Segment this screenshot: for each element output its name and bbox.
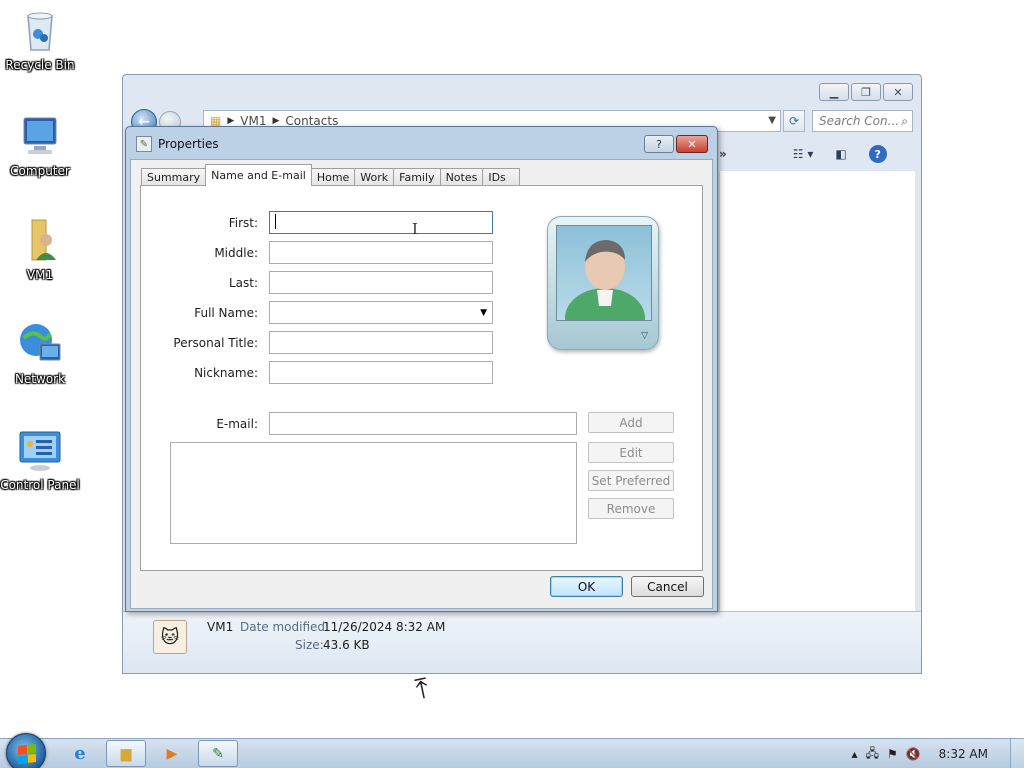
network-icon: [16, 320, 64, 368]
dialog-close-button[interactable]: ✕: [676, 135, 708, 153]
media-player-icon[interactable]: ▶: [152, 740, 192, 767]
tab-notes[interactable]: Notes: [439, 168, 484, 186]
email-field[interactable]: [269, 412, 577, 435]
remove-email-button[interactable]: Remove: [588, 498, 674, 519]
taskbar: e ▆ ▶ ✎ ▴ 🖧 ⚑ 🔇 8:32 AM: [0, 733, 1024, 768]
toolbar-overflow-button[interactable]: »: [719, 147, 727, 161]
text-caret: [275, 214, 276, 229]
dialog-title: Properties: [158, 137, 219, 151]
desktop-icon-label: Network: [14, 372, 66, 386]
refresh-button[interactable]: ⟳: [783, 110, 805, 132]
system-tray: ▴ 🖧 ⚑ 🔇 8:32 AM: [852, 739, 1024, 768]
chevron-down-icon: ▼: [480, 308, 487, 318]
desktop-icon-vm1[interactable]: VM1: [0, 216, 80, 282]
cancel-button[interactable]: Cancel: [631, 576, 704, 597]
details-date-value: 11/26/2024 8:32 AM: [323, 620, 446, 634]
first-name-field[interactable]: [269, 211, 493, 234]
help-icon[interactable]: ?: [868, 145, 887, 163]
personal-title-field[interactable]: [269, 331, 493, 354]
full-name-dropdown[interactable]: ▼: [269, 301, 493, 324]
tab-name-and-email[interactable]: Name and E-mail: [205, 164, 312, 186]
desktop-icon-label: Computer: [10, 164, 70, 178]
contact-thumbnail-icon: 🐱: [153, 620, 187, 654]
desktop-icon-computer[interactable]: Computer: [0, 112, 80, 178]
tab-home[interactable]: Home: [310, 168, 356, 186]
explorer-folder-icon[interactable]: ▆: [106, 740, 146, 767]
clock[interactable]: 8:32 AM: [939, 747, 988, 761]
details-size-value: 43.6 KB: [323, 638, 370, 652]
contact-picture[interactable]: ▽: [547, 216, 659, 350]
recycle-bin-icon: [16, 6, 64, 54]
minimize-button[interactable]: ▁: [819, 83, 849, 101]
middle-name-field[interactable]: [269, 241, 493, 264]
chevron-down-icon[interactable]: ▼: [768, 115, 776, 126]
tab-strip: Summary Name and E-mail Home Work Family…: [141, 164, 521, 186]
add-email-button[interactable]: Add: [588, 412, 674, 433]
desktop-icon-label: VM1: [26, 268, 54, 282]
close-button[interactable]: ✕: [883, 83, 913, 101]
dialog-help-button[interactable]: ?: [644, 135, 674, 153]
chevron-right-icon: ▶: [272, 116, 280, 126]
last-name-label: Last:: [228, 276, 258, 290]
action-center-flag-icon[interactable]: ⚑: [887, 747, 898, 761]
desktop-icon-network[interactable]: Network: [0, 320, 80, 386]
desktop-icon-control-panel[interactable]: Control Panel: [0, 426, 80, 492]
middle-name-label: Middle:: [214, 246, 258, 260]
properties-dialog: ✎ Properties ? ✕ Summary Name and E-mail…: [125, 126, 718, 612]
name-and-email-panel: First: I Middle: Last: Full Name: ▼ Pers…: [140, 185, 703, 571]
full-name-label: Full Name:: [194, 306, 258, 320]
show-hidden-icons-icon[interactable]: ▴: [852, 747, 858, 761]
show-desktop-button[interactable]: [1010, 739, 1024, 768]
windows-logo-icon: [18, 744, 36, 764]
dialog-body: Summary Name and E-mail Home Work Family…: [130, 159, 713, 609]
pointer-cursor-icon: ⤒: [412, 671, 432, 706]
details-file-name: VM1: [207, 620, 234, 634]
tab-work[interactable]: Work: [354, 168, 395, 186]
window-controls: ▁ ❐ ✕: [819, 83, 913, 101]
chevron-right-icon: ▶: [227, 116, 235, 126]
network-status-icon[interactable]: 🖧: [866, 744, 879, 765]
view-options-icon[interactable]: ☷ ▾: [793, 147, 814, 161]
start-button[interactable]: [6, 733, 46, 768]
default-avatar-icon: [556, 225, 652, 321]
file-list-pane[interactable]: [719, 171, 915, 613]
internet-explorer-icon[interactable]: e: [60, 740, 100, 767]
picture-menu-chevron-icon[interactable]: ▽: [641, 331, 648, 341]
last-name-field[interactable]: [269, 271, 493, 294]
search-icon[interactable]: ⌕: [901, 114, 908, 129]
ibeam-cursor-icon: I: [412, 220, 418, 238]
ok-button[interactable]: OK: [550, 576, 623, 597]
contact-card-icon: ✎: [136, 136, 152, 152]
volume-muted-icon[interactable]: 🔇: [906, 747, 921, 761]
preview-pane-icon[interactable]: ◧: [835, 147, 846, 161]
search-placeholder: Search Con...: [819, 114, 900, 128]
desktop-icon-label: Recycle Bin: [5, 58, 75, 72]
email-address-list[interactable]: [170, 442, 577, 544]
desktop-icon-label: Control Panel: [0, 478, 80, 492]
contacts-window-icon[interactable]: ✎: [198, 740, 238, 767]
details-date-label: Date modified:: [240, 620, 330, 634]
explorer-toolbar: » ☷ ▾ ◧ ?: [719, 141, 913, 167]
computer-icon: [16, 112, 64, 160]
search-input[interactable]: Search Con... ⌕: [812, 110, 913, 132]
details-size-label: Size:: [295, 638, 324, 652]
details-pane: 🐱 VM1 Date modified: 11/26/2024 8:32 AM …: [123, 611, 921, 673]
nickname-field[interactable]: [269, 361, 493, 384]
first-name-label: First:: [228, 216, 258, 230]
tab-family[interactable]: Family: [393, 168, 441, 186]
maximize-button[interactable]: ❐: [851, 83, 881, 101]
desktop-icon-recycle-bin[interactable]: Recycle Bin: [0, 6, 80, 72]
set-preferred-button[interactable]: Set Preferred: [588, 470, 674, 491]
edit-email-button[interactable]: Edit: [588, 442, 674, 463]
control-panel-icon: [16, 426, 64, 474]
tab-ids[interactable]: IDs: [482, 168, 521, 186]
email-label: E-mail:: [216, 417, 258, 431]
personal-title-label: Personal Title:: [173, 336, 258, 350]
nickname-label: Nickname:: [194, 366, 258, 380]
tab-summary[interactable]: Summary: [141, 168, 207, 186]
user-folder-icon: [16, 216, 64, 264]
